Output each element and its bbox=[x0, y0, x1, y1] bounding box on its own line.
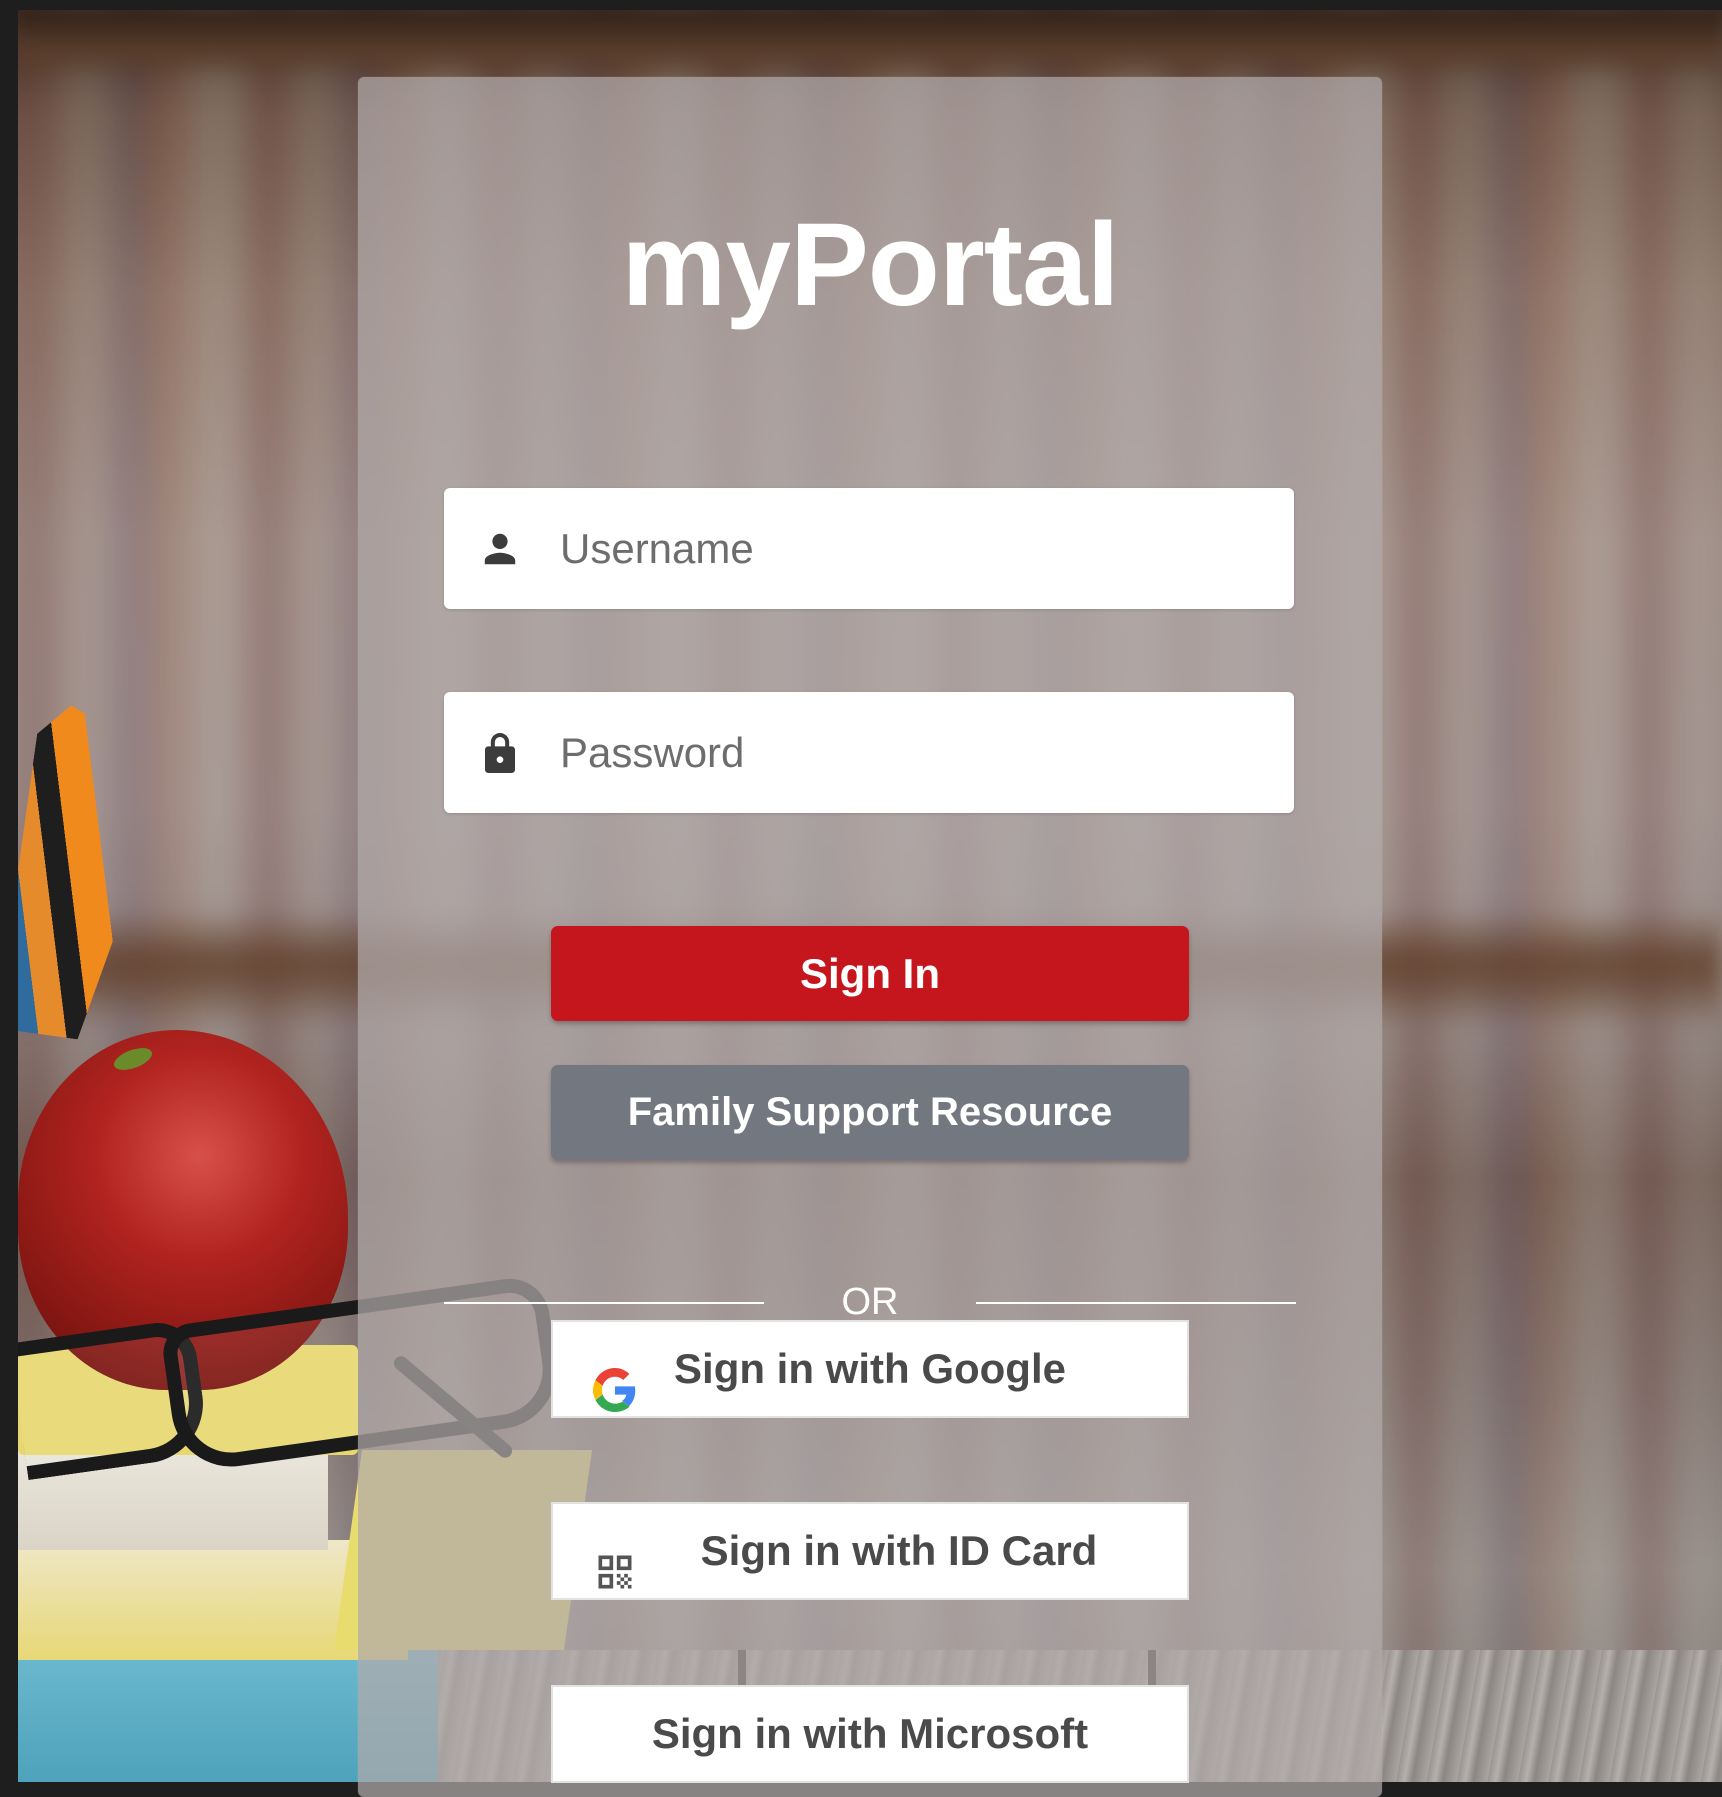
sign-in-id-card-label: Sign in with ID Card bbox=[700, 1527, 1098, 1574]
divider-line-right bbox=[976, 1302, 1296, 1304]
google-logo-icon bbox=[593, 1349, 637, 1412]
lock-icon bbox=[480, 731, 520, 775]
qr-code-icon bbox=[593, 1531, 637, 1589]
sign-in-id-card-button[interactable]: Sign in with ID Card bbox=[551, 1502, 1189, 1600]
sign-in-google-label: Sign in with Google bbox=[674, 1345, 1066, 1392]
app-title: myPortal bbox=[621, 199, 1120, 331]
login-panel: myPortal Sign In Family Support Resource… bbox=[358, 77, 1382, 1797]
password-field[interactable] bbox=[444, 692, 1294, 813]
family-support-resource-button[interactable]: Family Support Resource bbox=[551, 1065, 1189, 1160]
person-icon bbox=[480, 527, 520, 571]
password-input[interactable] bbox=[558, 727, 1262, 778]
sign-in-google-button[interactable]: Sign in with Google bbox=[551, 1320, 1189, 1418]
sign-in-button[interactable]: Sign In bbox=[551, 926, 1189, 1021]
shelf-top bbox=[18, 10, 1722, 80]
username-field[interactable] bbox=[444, 488, 1294, 609]
or-divider: OR bbox=[444, 1282, 1296, 1322]
sign-in-microsoft-label: Sign in with Microsoft bbox=[651, 1710, 1089, 1757]
sign-in-microsoft-button[interactable]: Sign in with Microsoft bbox=[551, 1685, 1189, 1783]
username-input[interactable] bbox=[558, 523, 1262, 574]
